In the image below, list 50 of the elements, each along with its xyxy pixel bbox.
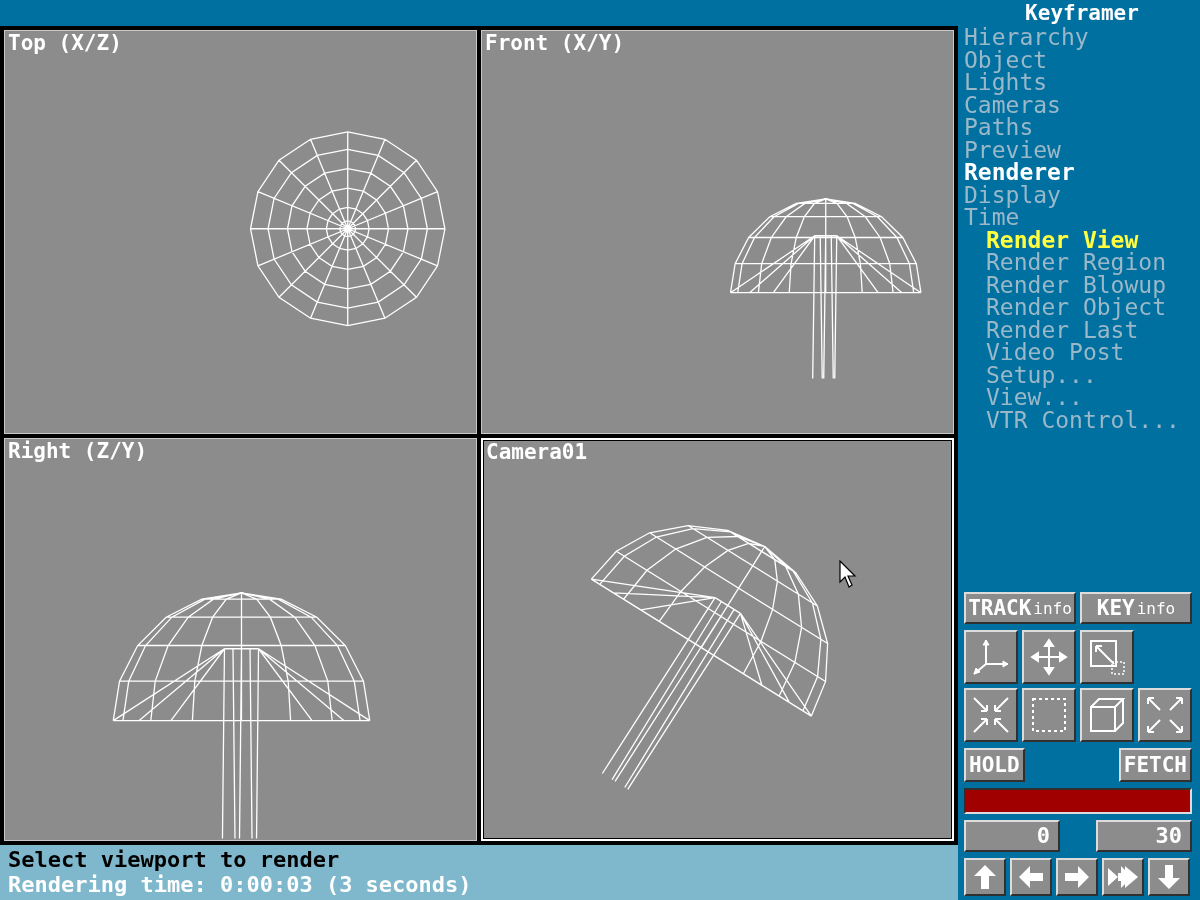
axis-button[interactable]	[964, 630, 1018, 684]
move-button[interactable]	[1022, 630, 1076, 684]
expand-button[interactable]	[1138, 688, 1192, 742]
status-prompt: Select viewport to render	[8, 847, 341, 872]
menu-item[interactable]: Display	[964, 183, 1200, 206]
submenu-item[interactable]: Render Object	[964, 296, 1200, 319]
submenu-item[interactable]: Render View	[964, 228, 1200, 251]
hold-button[interactable]: HOLD	[964, 748, 1025, 782]
shrink-button[interactable]	[964, 688, 1018, 742]
right-arrow-icon	[1064, 865, 1090, 889]
submenu-item[interactable]: VTR Control...	[964, 408, 1200, 431]
menu-item[interactable]: Hierarchy	[964, 26, 1200, 49]
four-way-arrow-icon	[1028, 636, 1070, 678]
submenu-item[interactable]: Video Post	[964, 341, 1200, 364]
viewport[interactable]: Camera01	[481, 437, 954, 841]
viewport[interactable]: Front (X/Y)	[481, 30, 954, 434]
viewport[interactable]: Right (Z/Y)	[4, 437, 477, 841]
region-button[interactable]	[1022, 688, 1076, 742]
previous-button[interactable]	[1010, 858, 1052, 896]
menu-title: Keyframer	[1024, 0, 1140, 26]
viewport-label: Camera01	[486, 439, 588, 464]
viewport[interactable]: Top (X/Z)	[4, 30, 477, 434]
outward-arrows-icon	[1144, 694, 1186, 736]
fast-forward-button[interactable]	[1102, 858, 1144, 896]
viewport-label: Front (X/Y)	[485, 31, 625, 55]
menu-item[interactable]: Paths	[964, 116, 1200, 139]
frame-field[interactable]: 30	[1096, 820, 1192, 852]
info-button[interactable]: KEYinfo	[1080, 592, 1192, 624]
viewport-label: Right (Z/Y)	[8, 438, 148, 463]
object-button[interactable]	[1080, 688, 1134, 742]
down-arrow-icon	[1157, 864, 1181, 890]
viewport-label: Top (X/Z)	[8, 31, 122, 55]
menu-item[interactable]: Preview	[964, 138, 1200, 161]
submenu-item[interactable]: Setup...	[964, 363, 1200, 386]
menu-item[interactable]: Renderer	[964, 161, 1200, 184]
scale-button[interactable]	[1080, 630, 1134, 684]
frame-field[interactable]: 0	[964, 820, 1060, 852]
down-button[interactable]	[1148, 858, 1190, 896]
next-button[interactable]	[1056, 858, 1098, 896]
mouse-pointer-icon	[839, 559, 859, 590]
status-info: Rendering time: 0:00:03 (3 seconds)	[8, 872, 473, 897]
double-arrow-icon	[1107, 865, 1139, 889]
submenu-item[interactable]: Render Region	[964, 251, 1200, 274]
up-button[interactable]	[964, 858, 1006, 896]
info-button[interactable]: TRACKinfo	[964, 592, 1076, 624]
submenu-item[interactable]: View...	[964, 386, 1200, 409]
left-arrow-icon	[1018, 865, 1044, 889]
menu-item[interactable]: Lights	[964, 71, 1200, 94]
up-arrow-icon	[973, 864, 997, 890]
fetch-button[interactable]: FETCH	[1118, 748, 1192, 782]
